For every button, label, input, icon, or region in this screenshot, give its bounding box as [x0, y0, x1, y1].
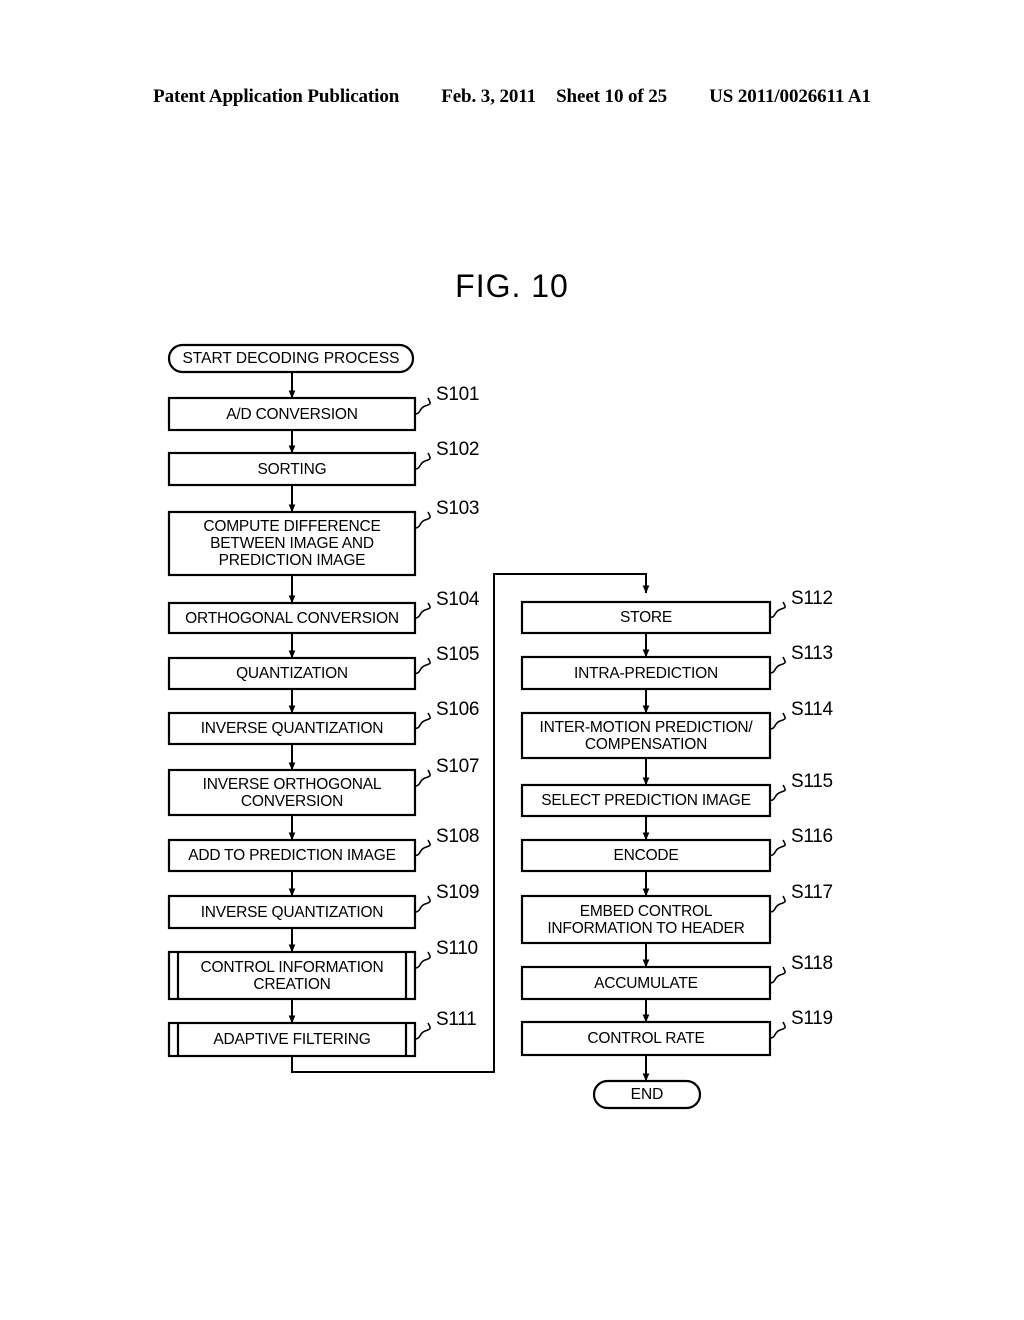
step-tag-s107: S107 — [436, 756, 480, 777]
step-tag-s108: S108 — [436, 826, 480, 847]
step-leader-line — [769, 1021, 786, 1039]
step-tag-s103: S103 — [436, 498, 480, 519]
step-tag-s117: S117 — [791, 882, 833, 903]
step-leader-line — [414, 1022, 431, 1040]
flowchart-node-s101 — [167, 396, 417, 432]
step-leader-line — [769, 895, 786, 913]
step-tag-s115: S115 — [791, 771, 833, 792]
flowchart-node-s119 — [520, 1020, 772, 1057]
step-tag-s116: S116 — [791, 826, 833, 847]
flowchart-node-s110 — [167, 950, 417, 1001]
step-tag-s101: S101 — [436, 384, 480, 405]
step-leader-line — [769, 966, 786, 984]
step-leader-line — [769, 656, 786, 674]
flowchart-end-node — [592, 1079, 702, 1110]
flowchart-node-s115 — [520, 783, 772, 818]
flowchart-diagram: START DECODING PROCESS A/D CONVERSION S101… — [0, 0, 1024, 1320]
step-leader-line — [414, 951, 431, 969]
step-tag-s114: S114 — [791, 699, 833, 720]
step-tag-s113: S113 — [791, 643, 833, 664]
step-tag-s109: S109 — [436, 882, 480, 903]
flowchart-node-s116 — [520, 838, 772, 873]
step-leader-line — [769, 784, 786, 802]
step-leader-line — [414, 839, 431, 857]
flowchart-node-s108 — [167, 838, 417, 873]
step-tag-s111: S111 — [436, 1009, 477, 1030]
step-leader-line — [414, 602, 431, 619]
flowchart-node-s111 — [167, 1021, 417, 1058]
flowchart-node-s104 — [167, 601, 417, 635]
step-tag-s106: S106 — [436, 699, 480, 720]
step-tag-s102: S102 — [436, 439, 480, 460]
flowchart-node-s112 — [520, 600, 772, 635]
step-leader-line — [414, 657, 431, 675]
step-leader-line — [414, 452, 431, 470]
flowchart-node-s109 — [167, 894, 417, 930]
flowchart-node-s114 — [520, 711, 772, 760]
step-leader-line — [769, 712, 786, 730]
step-tag-s119: S119 — [791, 1008, 833, 1029]
flowchart-node-s107 — [167, 768, 417, 817]
step-leader-line — [414, 397, 431, 415]
step-leader-line — [414, 895, 431, 913]
step-tag-s110: S110 — [436, 938, 478, 959]
step-tag-s118: S118 — [791, 953, 833, 974]
flowchart-node-s103 — [167, 510, 417, 577]
flowchart-node-s106 — [167, 711, 417, 746]
flowchart-node-s105 — [167, 656, 417, 691]
step-leader-line — [414, 712, 431, 730]
step-tag-s105: S105 — [436, 644, 480, 665]
flowchart-start-node — [167, 343, 415, 374]
step-tag-s104: S104 — [436, 589, 480, 610]
flowchart-node-s113 — [520, 655, 772, 691]
step-leader-line — [769, 839, 786, 857]
flowchart-node-s117 — [520, 894, 772, 945]
flowchart-node-s102 — [167, 451, 417, 487]
flowchart-node-s118 — [520, 965, 772, 1001]
step-leader-line — [414, 769, 431, 787]
step-leader-line — [769, 601, 786, 619]
step-tag-s112: S112 — [791, 588, 833, 609]
flowchart-svg — [167, 343, 786, 1110]
step-leader-line — [414, 511, 431, 529]
